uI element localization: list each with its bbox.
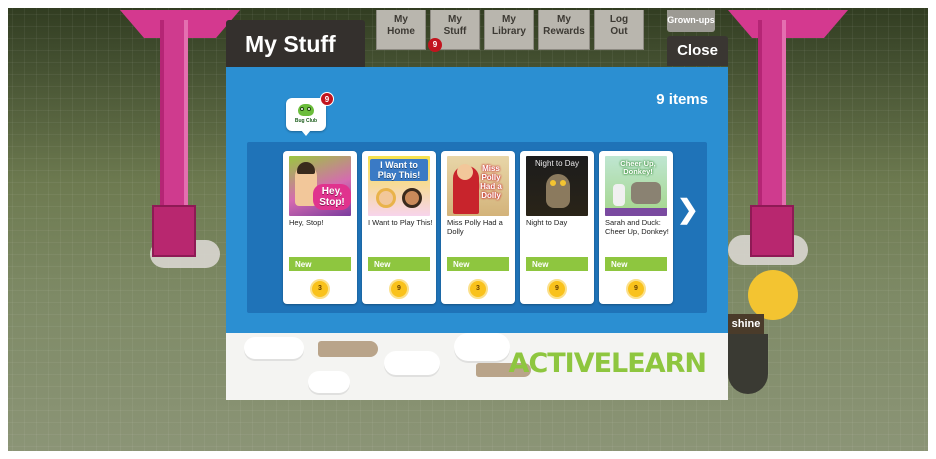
book-cover-text: I Want to Play This! [370,159,428,181]
level-coin: 3 [310,279,330,299]
tab-log-out[interactable]: Log Out [594,10,644,50]
sun-icon [748,270,798,320]
right-pylon [728,0,848,265]
bug-icon [298,104,314,116]
book-cover: Night to Day [526,156,588,216]
panel-footer: ACTIVELEARN [226,333,728,400]
dialog-title: My Stuff [226,20,365,68]
left-pylon [120,0,240,265]
new-badge: New [526,257,588,271]
book-title: Miss Polly Had a Dolly [447,218,503,236]
new-badge: New [368,257,430,271]
bugclub-filter-button[interactable]: Bug Club [286,98,326,136]
item-count: 9 items [656,91,708,108]
book-title: Hey, Stop! [289,218,324,227]
tab-log-out-label: Log Out [609,14,629,37]
bugclub-label: Bug Club [294,118,318,124]
book-cover-text: Hey, Stop! [313,184,351,210]
book-title: I Want to Play This! [368,218,433,227]
book-cover: I Want to Play This! [368,156,430,216]
my-stuff-panel: Bug Club 9 9 items Hey, Stop! Hey, Stop!… [226,67,728,333]
shine-sign: shine [728,314,764,334]
next-arrow-icon[interactable]: ❯ [677,194,699,225]
level-coin: 9 [547,279,567,299]
cloud-decoration [454,333,510,361]
rock-shape [728,334,768,394]
book-cover: Miss Polly Had a Dolly [447,156,509,216]
level-coin: 3 [468,279,488,299]
level-coin: 9 [389,279,409,299]
book-cover-text: Cheer Up, Donkey! [620,159,656,176]
close-button[interactable]: Close [667,36,728,66]
book-cover-text: Night to Day [534,159,580,168]
tab-my-rewards[interactable]: My Rewards [538,10,590,50]
book-cover-text: Miss Polly Had a Dolly [480,164,502,200]
cloud-decoration [308,371,350,393]
book-shelf: Hey, Stop! Hey, Stop! New 3 I Want to Pl… [247,142,707,313]
book-title: Sarah and Duck: Cheer Up, Donkey! [605,218,669,236]
book-title: Night to Day [526,218,568,227]
fish-icon [318,341,378,357]
book-card[interactable]: Night to Day Night to Day New 9 [520,151,594,304]
book-cover: Hey, Stop! [289,156,351,216]
tab-my-home[interactable]: My Home [376,10,426,50]
tab-my-library-label: My Library [492,14,526,37]
cloud-decoration [384,351,440,375]
new-badge: New [289,257,351,271]
tab-my-stuff-label: My Stuff [443,14,467,37]
book-card[interactable]: Hey, Stop! Hey, Stop! New 3 [283,151,357,304]
tab-my-home-label: My Home [387,14,415,37]
cloud-decoration [244,337,304,359]
book-card[interactable]: I Want to Play This! I Want to Play This… [362,151,436,304]
bugclub-count-badge: 9 [320,92,334,106]
activelearn-logo: ACTIVELEARN [508,348,707,379]
book-card[interactable]: Cheer Up, Donkey! Sarah and Duck: Cheer … [599,151,673,304]
stuff-count-badge: 9 [428,38,442,52]
grownups-button[interactable]: Grown-ups [667,10,715,32]
book-cover: Cheer Up, Donkey! [605,156,667,216]
book-card[interactable]: Miss Polly Had a Dolly Miss Polly Had a … [441,151,515,304]
level-coin: 9 [626,279,646,299]
tab-my-rewards-label: My Rewards [543,14,585,37]
new-badge: New [447,257,509,271]
tab-my-library[interactable]: My Library [484,10,534,50]
new-badge: New [605,257,667,271]
